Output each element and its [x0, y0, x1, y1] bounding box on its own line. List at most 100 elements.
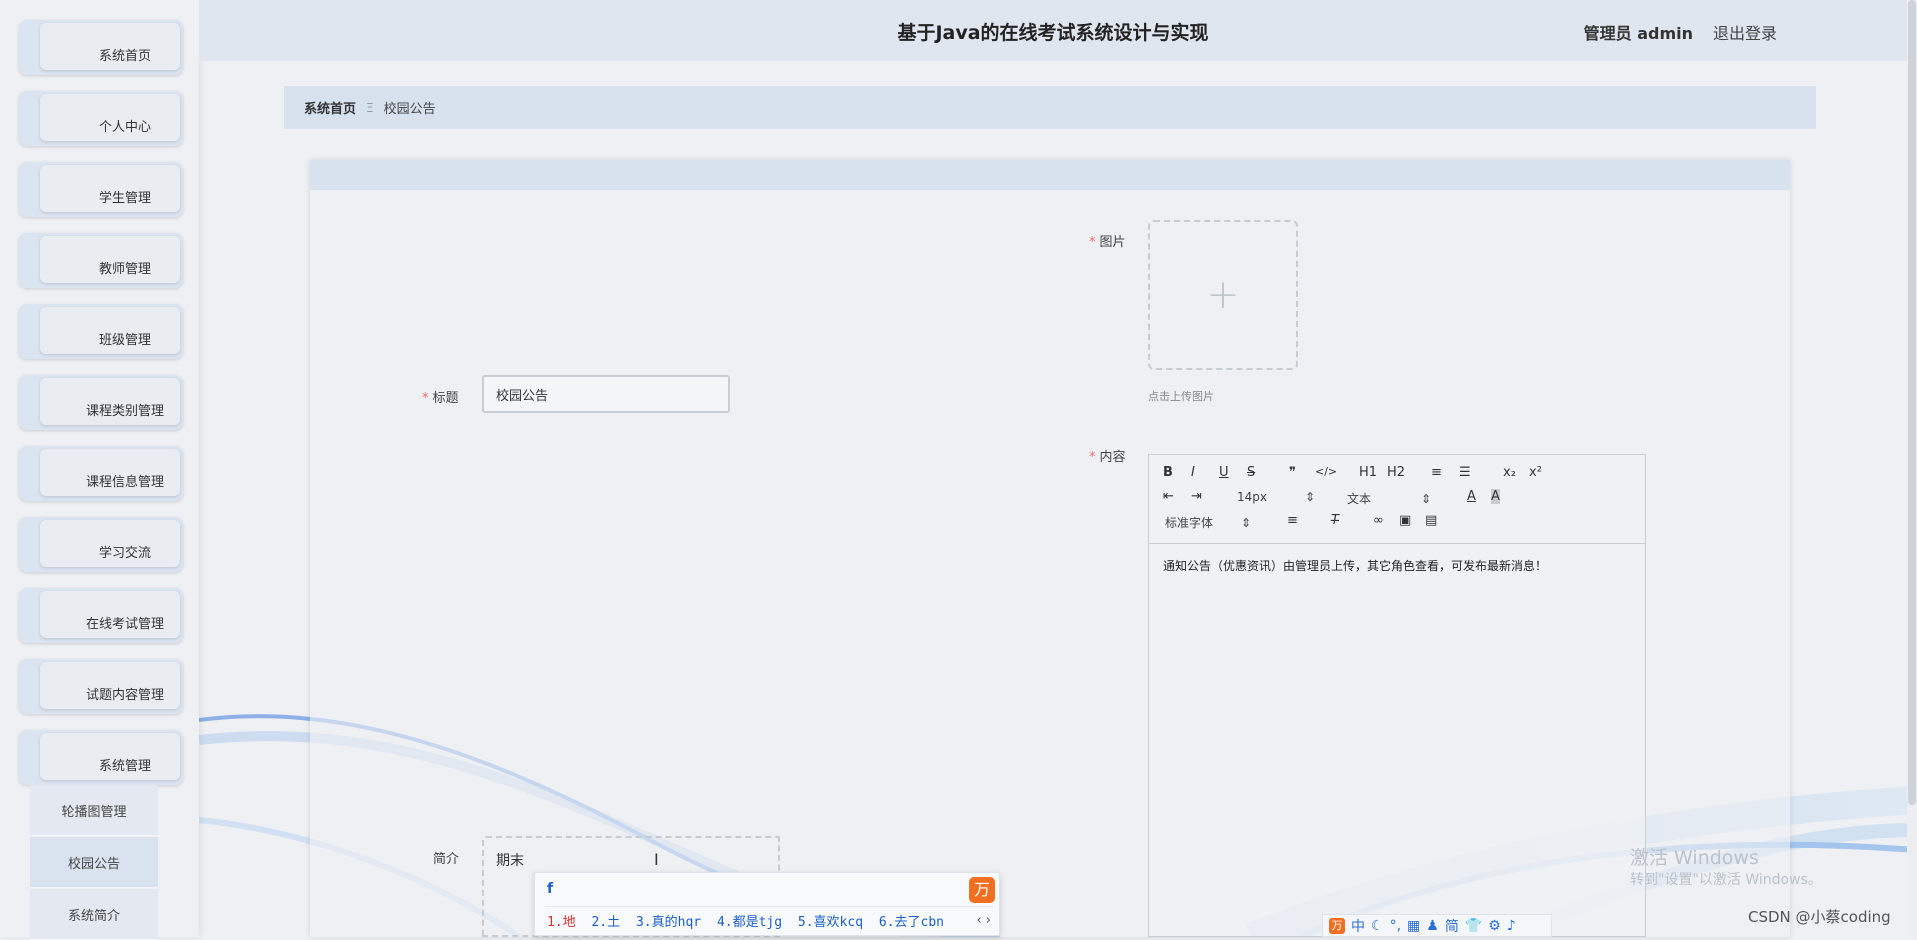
sidebar-item-label: 个人中心 [98, 120, 151, 135]
ime-skin-icon[interactable]: 👕 [1465, 918, 1482, 934]
bold-icon[interactable]: B [1163, 465, 1173, 480]
brief-label: 简介 [433, 852, 460, 867]
title-input[interactable]: 校园公告 [482, 375, 730, 413]
sidebar-subitem-label: 系统简介 [67, 908, 120, 924]
required-mark: * [422, 391, 429, 406]
text-color-icon[interactable]: A [1467, 489, 1476, 504]
title-label: * 标题 [422, 391, 459, 406]
upload-hint: 点击上传图片 [1148, 390, 1214, 403]
italic-icon[interactable]: I [1191, 465, 1195, 480]
ime-candidate[interactable]: 5.喜欢kcq [798, 915, 863, 930]
rich-text-editor: B I U S ❞ </> H1 H2 ≡ ☰ x₂ x² ⇤ ⇥ 14px ⇕ … [1148, 454, 1646, 937]
sidebar-subitem-label: 校园公告 [67, 856, 120, 872]
text-type-select[interactable]: 文本 ⇕ [1347, 490, 1431, 507]
text-cursor-icon: I [654, 850, 659, 869]
subscript-icon[interactable]: x₂ [1503, 465, 1516, 480]
sidebar-item-label: 教师管理 [98, 262, 151, 277]
background-color-icon[interactable]: A [1491, 489, 1500, 504]
form-card-header [310, 160, 1790, 190]
image-icon[interactable]: ▣ [1399, 513, 1411, 528]
sidebar-subitem-carousel[interactable]: 轮播图管理 [30, 785, 158, 836]
editor-content[interactable]: 通知公告（优惠资讯）由管理员上传，其它角色查看，可发布最新消息！ [1163, 557, 1547, 574]
ime-chinese-mode-icon[interactable]: 中 [1351, 916, 1365, 936]
ime-logo-icon: 万 [1329, 917, 1345, 934]
ime-candidates: 1.地 2.土 3.真的hqr 4.都是tjg 5.喜欢kcq 6.去了cbn [547, 911, 952, 930]
sidebar-item-question-content[interactable]: 试题内容管理 [19, 659, 183, 714]
image-label: * 图片 [1089, 235, 1126, 250]
underline-icon[interactable]: U [1219, 465, 1229, 480]
sidebar-item-system-management[interactable]: 系统管理 [19, 730, 183, 785]
ime-candidate[interactable]: 3.真的hqr [636, 915, 701, 930]
sidebar-item-label: 课程类别管理 [85, 404, 164, 419]
ime-composition: f [547, 881, 554, 897]
required-mark: * [1089, 235, 1096, 250]
link-icon[interactable]: ∞ [1373, 513, 1384, 528]
sidebar-item-label: 学习交流 [98, 546, 151, 561]
ime-status-bar: 万 中 ☾ °, ▦ ♟ 简 👕 ⚙ ♪ [1322, 914, 1552, 937]
scrollbar-thumb[interactable] [1908, 0, 1916, 805]
sidebar-item-label: 试题内容管理 [85, 688, 164, 703]
header1-icon[interactable]: H1 [1359, 465, 1377, 480]
sidebar-item-personal-center[interactable]: 个人中心 [19, 91, 183, 146]
strike-icon[interactable]: S [1247, 465, 1255, 480]
logout-link[interactable]: 退出登录 [1713, 20, 1777, 44]
breadcrumb-separator-icon: Ξ [366, 100, 374, 115]
sidebar-item-label: 课程信息管理 [85, 475, 164, 490]
sidebar: 系统首页 个人中心 学生管理 教师管理 班级管理 课程类别管理 课程信息管理 学… [0, 0, 199, 940]
ime-candidate[interactable]: 1.地 [547, 915, 576, 930]
ime-candidate-popup: f 万 1.地 2.土 3.真的hqr 4.都是tjg 5.喜欢kcq 6.去了… [534, 872, 1000, 936]
sidebar-item-course-info[interactable]: 课程信息管理 [19, 446, 183, 501]
ime-user-icon[interactable]: ♟ [1426, 918, 1439, 934]
sidebar-item-label: 班级管理 [98, 333, 151, 348]
font-family-select[interactable]: 标准字体 ⇕ [1165, 514, 1251, 531]
align-icon[interactable]: ≡ [1287, 513, 1298, 528]
plus-icon: + [1206, 272, 1240, 318]
sidebar-item-home[interactable]: 系统首页 [19, 20, 183, 75]
sidebar-item-label: 学生管理 [98, 191, 151, 206]
ime-candidate[interactable]: 4.都是tjg [717, 915, 782, 930]
sidebar-item-label: 在线考试管理 [85, 617, 164, 632]
content-label: * 内容 [1089, 450, 1126, 465]
sidebar-subitem-system-intro[interactable]: 系统简介 [30, 889, 158, 940]
superscript-icon[interactable]: x² [1529, 465, 1542, 480]
sidebar-item-online-exam[interactable]: 在线考试管理 [19, 588, 183, 643]
sidebar-item-student-management[interactable]: 学生管理 [19, 162, 183, 217]
csdn-watermark: CSDN @小蔡coding [1748, 908, 1891, 926]
outdent-icon[interactable]: ⇤ [1163, 489, 1174, 504]
ime-page-nav-icon[interactable]: ‹ › [976, 913, 991, 928]
bullet-list-icon[interactable]: ☰ [1459, 465, 1471, 480]
ordered-list-icon[interactable]: ≡ [1431, 465, 1442, 480]
required-mark: * [1089, 450, 1096, 465]
top-header: 基于Java的在线考试系统设计与实现 管理员 admin 退出登录 [199, 0, 1907, 61]
sidebar-subitem-label: 轮播图管理 [61, 804, 127, 820]
editor-toolbar: B I U S ❞ </> H1 H2 ≡ ☰ x₂ x² ⇤ ⇥ 14px ⇕ … [1149, 455, 1645, 544]
sidebar-item-teacher-management[interactable]: 教师管理 [19, 233, 183, 288]
ime-candidate[interactable]: 2.土 [591, 915, 620, 930]
indent-icon[interactable]: ⇥ [1191, 489, 1202, 504]
ime-candidate[interactable]: 6.去了cbn [879, 915, 944, 930]
sidebar-item-class-management[interactable]: 班级管理 [19, 304, 183, 359]
ime-halfwidth-icon[interactable]: ☾ [1371, 918, 1384, 934]
ime-settings-icon[interactable]: ⚙ [1488, 918, 1501, 934]
sidebar-subitem-campus-notice[interactable]: 校园公告 [30, 837, 158, 888]
ime-extra-icon[interactable]: ♪ [1507, 918, 1516, 934]
image-upload-box[interactable]: + [1148, 220, 1298, 370]
header2-icon[interactable]: H2 [1387, 465, 1405, 480]
sidebar-item-study-exchange[interactable]: 学习交流 [19, 517, 183, 572]
windows-activation-watermark: 激活 Windows [1630, 847, 1759, 869]
font-size-select[interactable]: 14px ⇕ [1237, 490, 1315, 504]
ime-punctuation-icon[interactable]: °, [1390, 918, 1401, 934]
clear-format-icon[interactable]: T̶ [1331, 513, 1339, 528]
sidebar-item-label: 系统管理 [98, 759, 151, 774]
code-block-icon[interactable]: </> [1315, 465, 1337, 478]
current-user: 管理员 admin [1583, 24, 1693, 43]
video-icon[interactable]: ▤ [1425, 513, 1437, 528]
breadcrumb: 系统首页 Ξ 校园公告 [284, 86, 1816, 129]
blockquote-icon[interactable]: ❞ [1289, 465, 1296, 480]
sidebar-item-label: 系统首页 [98, 49, 151, 64]
breadcrumb-home[interactable]: 系统首页 [304, 98, 356, 117]
ime-simplified-icon[interactable]: 简 [1445, 916, 1459, 936]
sidebar-item-course-category[interactable]: 课程类别管理 [19, 375, 183, 430]
ime-keyboard-icon[interactable]: ▦ [1407, 918, 1420, 934]
windows-activation-hint: 转到"设置"以激活 Windows。 [1630, 872, 1822, 888]
